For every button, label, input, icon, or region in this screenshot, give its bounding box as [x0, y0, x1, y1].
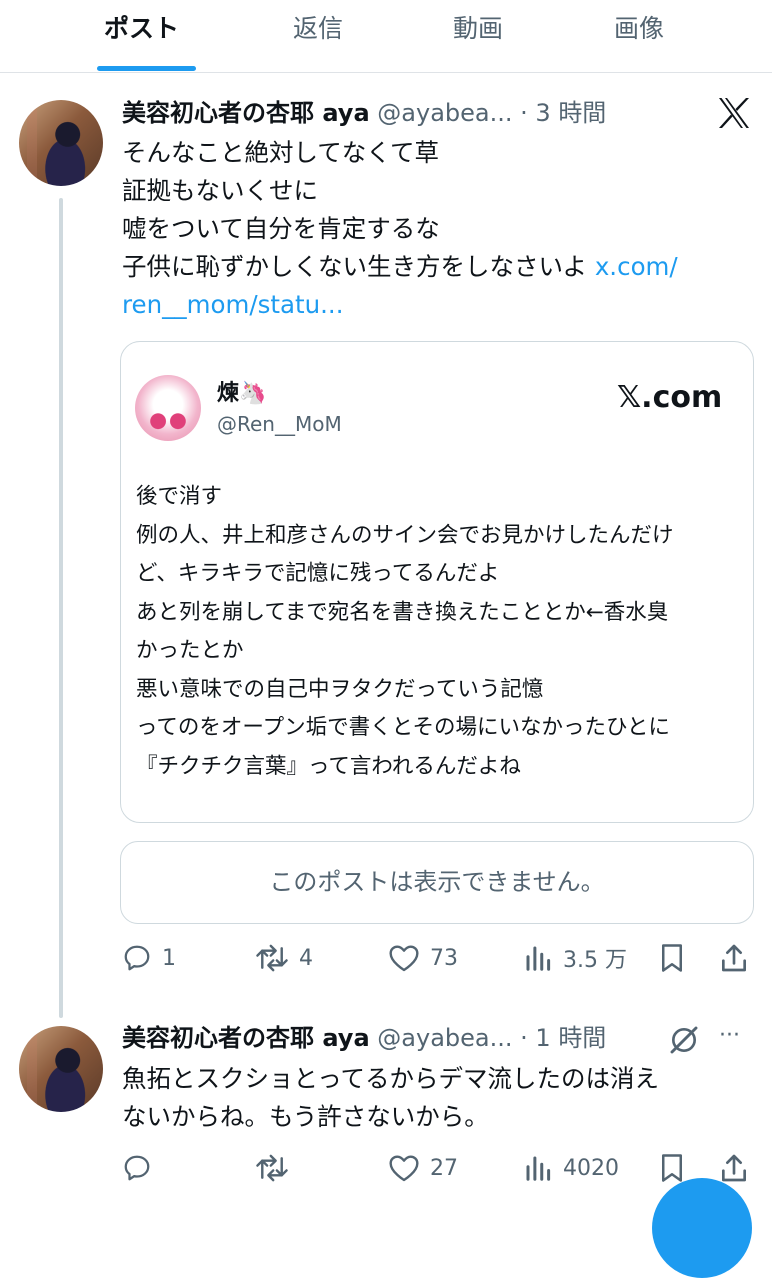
bookmark-button[interactable] — [658, 938, 686, 978]
quoted-line: 悪い意味での自己中ヲタクだっていう記憶 — [136, 676, 544, 702]
reply-button[interactable] — [122, 1148, 162, 1188]
unavailable-post-notice: このポストは表示できません。 — [120, 841, 754, 924]
author-name[interactable]: 美容初心者の杏耶 aya — [122, 99, 370, 127]
post-line: ないからね。もう許さないから。 — [122, 1102, 489, 1131]
like-button[interactable]: 73 — [388, 938, 458, 978]
heart-icon — [389, 1155, 419, 1182]
post-time[interactable]: · 1 時間 — [520, 1024, 606, 1052]
tab-posts[interactable]: ポスト — [104, 12, 179, 46]
avatar[interactable] — [19, 100, 103, 186]
quoted-post-card[interactable]: 煉🦄 @Ren__MoM 𝕏.com 後で消す 例の人、井上和彦さんのサイン会で… — [120, 341, 754, 823]
like-button[interactable]: 27 — [388, 1148, 458, 1188]
post-time[interactable]: · 3 時間 — [520, 99, 606, 127]
bookmark-icon — [662, 1154, 682, 1182]
more-options-icon[interactable]: ··· — [719, 1020, 740, 1052]
repost-icon — [256, 1154, 288, 1182]
post-line: そんなこと絶対してなくて草 — [122, 138, 440, 167]
quoted-line: 『チクチク言葉』って言われるんだよね — [136, 753, 521, 779]
like-count: 73 — [430, 945, 458, 971]
post-line: 魚拓とスクショとってるからデマ流したのは消え — [122, 1064, 660, 1093]
x-com-brand: 𝕏.com — [617, 380, 723, 415]
share-button[interactable] — [718, 938, 750, 978]
tab-images[interactable]: 画像 — [614, 12, 664, 46]
repost-button[interactable]: 4 — [255, 938, 313, 978]
post-line: 嘘をついて自分を肯定するな — [122, 214, 440, 243]
like-count: 27 — [430, 1155, 458, 1181]
post-actions: 27 4020 — [120, 1148, 760, 1188]
quoted-text: 後で消す 例の人、井上和彦さんのサイン会でお見かけしたんだけ ど、キラキラで記憶… — [136, 478, 674, 786]
post-header: 美容初心者の杏耶 aya @ayabea... · 3 時間 — [122, 97, 606, 129]
view-count: 3.5 万 — [563, 948, 627, 973]
post-line: 証拠もないくせに — [122, 176, 318, 205]
x-logo-icon — [719, 98, 749, 128]
thread-line — [59, 198, 63, 1018]
quoted-line: ど、キラキラで記憶に残ってるんだよ — [136, 561, 500, 586]
views-button[interactable]: 3.5 万 — [523, 938, 627, 978]
post-link[interactable]: x.com/ — [595, 252, 678, 281]
quoted-line: 例の人、井上和彦さんのサイン会でお見かけしたんだけ — [136, 522, 674, 548]
avatar[interactable] — [19, 1026, 103, 1112]
author-name[interactable]: 美容初心者の杏耶 aya — [122, 1024, 370, 1052]
tab-videos[interactable]: 動画 — [453, 12, 503, 46]
quoted-author-handle: @Ren__MoM — [217, 412, 342, 436]
compose-button[interactable] — [652, 1178, 752, 1278]
repost-button[interactable] — [255, 1148, 299, 1188]
quoted-line: あと列を崩してまで宛名を書き換えたこととか←香水臭 — [136, 599, 669, 625]
post-line: 子供に恥ずかしくない生き方をしなさいよ x.com/ — [122, 252, 678, 281]
post-line: ren__mom/statu... — [122, 286, 678, 324]
reply-button[interactable]: 1 — [122, 938, 176, 978]
author-handle[interactable]: @ayabea... — [377, 99, 512, 127]
quoted-author-name: 煉🦄 — [217, 381, 267, 406]
repost-icon — [256, 944, 288, 972]
quoted-line: 後で消す — [136, 484, 223, 509]
grok-icon[interactable] — [668, 1024, 700, 1056]
share-icon — [722, 944, 746, 972]
views-icon — [526, 946, 551, 971]
bookmark-icon — [662, 944, 682, 972]
author-handle[interactable]: @ayabea... — [377, 1024, 512, 1052]
reply-icon — [124, 1155, 150, 1181]
post-body: そんなこと絶対してなくて草 証拠もないくせに 嘘をついて自分を肯定するな 子供に… — [122, 134, 678, 324]
post-header: 美容初心者の杏耶 aya @ayabea... · 1 時間 — [122, 1022, 606, 1054]
share-icon — [722, 1154, 746, 1182]
reply-count: 1 — [162, 945, 176, 971]
quoted-line: かったとか — [136, 638, 244, 663]
quoted-avatar — [135, 375, 201, 441]
active-tab-indicator — [97, 66, 196, 71]
tab-replies[interactable]: 返信 — [293, 12, 343, 46]
reply-icon — [124, 945, 150, 971]
post-actions: 1 4 73 3.5 万 — [120, 938, 760, 978]
view-count: 4020 — [563, 1155, 619, 1181]
views-icon — [526, 1156, 551, 1181]
quoted-line: ってのをオープン垢で書くとその場にいなかったひとに — [136, 715, 670, 740]
post-link-continued[interactable]: ren__mom/statu... — [122, 290, 344, 319]
views-button[interactable]: 4020 — [523, 1148, 619, 1188]
profile-tabs: ポスト 返信 動画 画像 — [0, 0, 772, 73]
repost-count: 4 — [299, 945, 313, 971]
post-body: 魚拓とスクショとってるからデマ流したのは消え ないからね。もう許さないから。 — [122, 1060, 659, 1136]
heart-icon — [389, 945, 419, 972]
